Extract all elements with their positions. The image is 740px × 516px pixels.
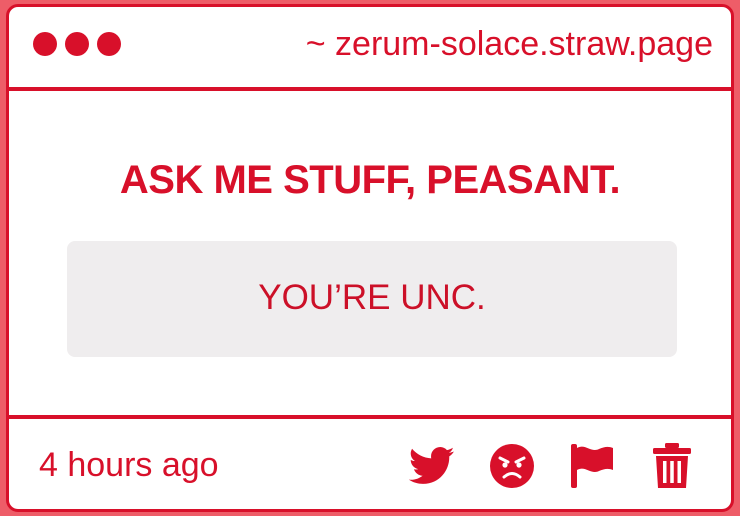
answer-text: YOU’RE UNC. [258,278,486,317]
window-dot-1[interactable] [33,32,57,56]
page-heading: ASK ME STUFF, PEASANT. [119,158,621,202]
message-card: ~ zerum-solace.straw.page ASK ME STUFF, … [6,4,734,512]
action-bar [407,441,697,491]
answer-box: YOU’RE UNC. [67,241,677,357]
page-url[interactable]: ~ zerum-solace.straw.page [306,24,713,64]
timestamp: 4 hours ago [39,446,219,484]
window-controls [33,32,121,56]
twitter-icon [409,447,455,484]
main-content: ASK ME STUFF, PEASANT. YOU’RE UNC. [9,91,731,415]
window-dot-2[interactable] [65,32,89,56]
react-angry-button[interactable] [487,441,537,491]
flag-icon [571,444,613,488]
window-titlebar: ~ zerum-solace.straw.page [9,7,731,91]
delete-button[interactable] [647,441,697,491]
trash-icon [653,443,691,488]
twitter-share-button[interactable] [407,441,457,491]
angry-face-icon [490,444,534,488]
window-dot-3[interactable] [97,32,121,56]
report-button[interactable] [567,441,617,491]
card-footer: 4 hours ago [9,415,731,509]
